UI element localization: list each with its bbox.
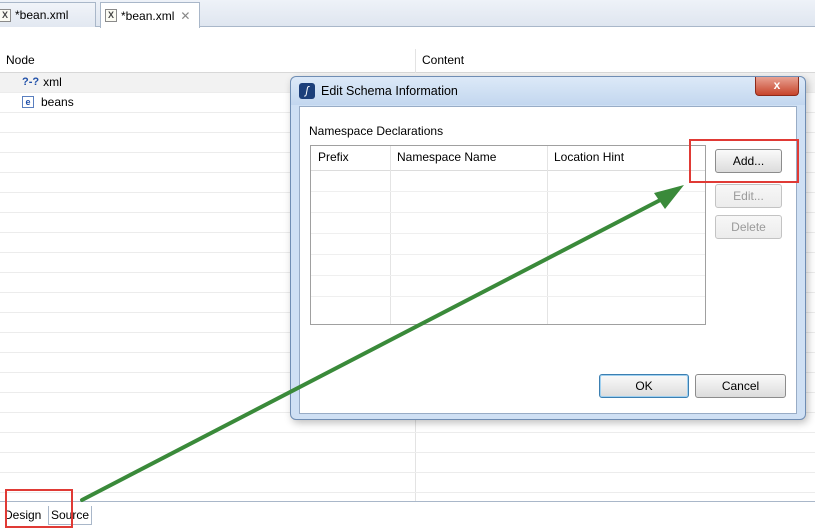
tab-bean-xml-1[interactable]: X *bean.xml [0, 2, 96, 27]
delete-button[interactable]: Delete [715, 215, 782, 239]
edit-button[interactable]: Edit... [715, 184, 782, 208]
column-header-namespace-name[interactable]: Namespace Name [390, 146, 496, 170]
dialog-title: Edit Schema Information [321, 84, 458, 98]
edit-schema-dialog: ʃ Edit Schema Information x Namespace De… [290, 76, 806, 420]
highlight-box-add [689, 139, 799, 183]
highlight-box-design [5, 489, 73, 528]
table-row [311, 191, 705, 192]
editor-tab-bar: X *bean.xml X *bean.xml ✕ [0, 0, 815, 28]
editor-mode-tabs: Design Source [0, 501, 815, 528]
tab-bean-xml-2[interactable]: X *bean.xml ✕ [100, 2, 200, 28]
tab-label: *bean.xml [121, 8, 175, 23]
ok-button[interactable]: OK [599, 374, 689, 398]
column-header-prefix[interactable]: Prefix [311, 146, 349, 170]
table-row [0, 473, 815, 493]
cancel-button[interactable]: Cancel [695, 374, 786, 398]
column-header-content[interactable]: Content [422, 53, 464, 67]
column-divider [390, 146, 391, 324]
table-row [311, 233, 705, 234]
element-icon: e [22, 96, 34, 108]
tree-row-label: xml [43, 75, 62, 89]
table-row [0, 453, 815, 473]
namespace-table[interactable]: Prefix Namespace Name Location Hint [310, 145, 706, 325]
table-row [311, 296, 705, 297]
xml-file-icon: X [0, 8, 11, 22]
close-icon[interactable]: ✕ [180, 9, 190, 23]
table-header-divider [311, 170, 705, 171]
schema-icon: ʃ [299, 83, 315, 99]
namespace-declarations-label: Namespace Declarations [309, 124, 444, 138]
column-header-node[interactable]: Node [6, 53, 35, 67]
table-row [311, 254, 705, 255]
tree-row-label: beans [41, 95, 74, 109]
xml-file-icon: X [105, 9, 117, 22]
table-row [0, 433, 815, 453]
table-row [311, 212, 705, 213]
close-icon[interactable]: x [755, 77, 799, 96]
tree-header: Node Content [0, 49, 815, 73]
tab-label: *bean.xml [15, 8, 69, 22]
dialog-title-bar[interactable]: ʃ Edit Schema Information x [291, 77, 805, 105]
processing-instruction-icon: ?-? [22, 76, 40, 88]
table-row [311, 275, 705, 276]
column-divider [547, 146, 548, 324]
column-header-location-hint[interactable]: Location Hint [547, 146, 624, 170]
